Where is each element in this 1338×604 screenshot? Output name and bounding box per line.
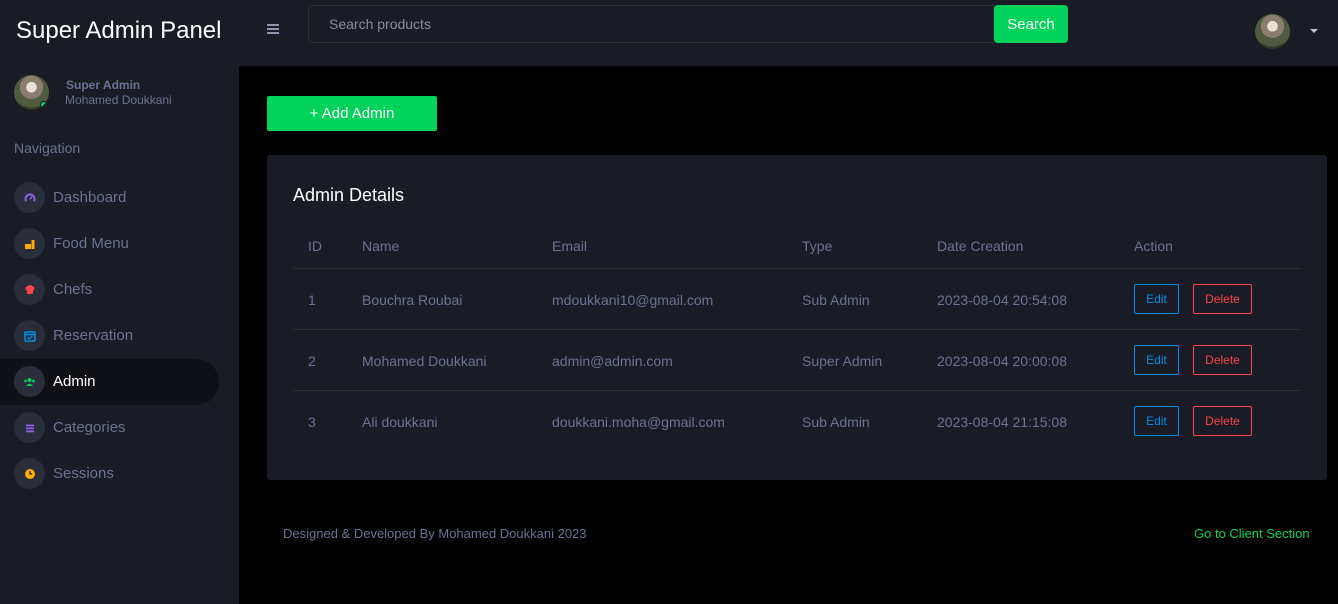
sidebar-item-dashboard[interactable]: Dashboard — [0, 175, 219, 221]
card-title: Admin Details — [293, 185, 405, 205]
cell-id: 1 — [308, 292, 316, 308]
delete-button[interactable]: Delete — [1193, 284, 1252, 314]
sidebar-item-sessions[interactable]: Sessions — [0, 451, 219, 497]
sidebar-item-label: Sessions — [53, 465, 114, 482]
edit-button[interactable]: Edit — [1134, 406, 1179, 436]
sidebar-item-reservation[interactable]: Reservation — [0, 313, 219, 359]
cell-name: Ali doukkani — [362, 414, 438, 430]
search-button[interactable]: Search — [994, 5, 1068, 43]
users-icon — [14, 366, 45, 397]
user-avatar[interactable] — [1255, 14, 1290, 49]
cell-type: Sub Admin — [802, 414, 870, 430]
column-header-name: Name — [362, 238, 400, 254]
add-admin-button[interactable]: + Add Admin — [267, 96, 437, 131]
column-header-action: Action — [1134, 238, 1173, 254]
cell-date: 2023-08-04 20:00:08 — [937, 353, 1067, 369]
column-header-type: Type — [802, 238, 833, 254]
search-input[interactable] — [308, 5, 994, 43]
cell-type: Super Admin — [802, 353, 883, 369]
chevron-down-icon[interactable] — [1310, 29, 1318, 33]
sidebar-item-admin[interactable]: Admin — [0, 359, 219, 405]
profile-role: Super Admin — [66, 78, 141, 92]
food-icon — [14, 228, 45, 259]
cell-date: 2023-08-04 21:15:08 — [937, 414, 1067, 430]
cell-email: doukkani.moha@gmail.com — [552, 414, 725, 430]
topbar: Search — [239, 0, 1338, 66]
client-section-link[interactable]: Go to Client Section — [1194, 526, 1310, 541]
table-row: 2 Mohamed Doukkani admin@admin.com Super Ad… — [293, 329, 1301, 390]
cell-id: 2 — [308, 353, 316, 369]
nav-title: Navigation — [14, 140, 81, 156]
cell-email: mdoukkani10@gmail.com — [552, 292, 714, 308]
sidebar-item-label: Food Menu — [53, 235, 129, 252]
table-row: 3 Ali doukkani doukkani.moha@gmail.com Sub … — [293, 390, 1301, 451]
chef-hat-icon — [14, 274, 45, 305]
delete-button[interactable]: Delete — [1193, 406, 1252, 436]
cell-date: 2023-08-04 20:54:08 — [937, 292, 1067, 308]
column-header-id: ID — [308, 238, 322, 254]
sidebar: Super Admin Panel Super Admin Mohamed Do… — [0, 0, 239, 604]
sidebar-item-label: Reservation — [53, 327, 134, 344]
sidebar-item-label: Admin — [53, 373, 96, 390]
edit-button[interactable]: Edit — [1134, 345, 1179, 375]
calendar-check-icon — [14, 320, 45, 351]
column-header-date: Date Creation — [937, 238, 1024, 254]
table-row: 1 Bouchra Roubai mdoukkani10@gmail.com Sub … — [293, 268, 1301, 329]
sidebar-item-chefs[interactable]: Chefs — [0, 267, 219, 313]
admin-details-card: Admin Details ID Name Email Type Date Cr… — [267, 155, 1327, 480]
footer-credit: Designed & Developed By Mohamed Doukkani… — [283, 526, 587, 541]
cell-id: 3 — [308, 414, 316, 430]
profile-avatar[interactable] — [14, 75, 49, 110]
profile-name: Mohamed Doukkani — [65, 93, 172, 107]
speedometer-icon — [14, 182, 45, 213]
sidebar-item-food-menu[interactable]: Food Menu — [0, 221, 219, 267]
menu-toggle-icon[interactable] — [267, 24, 279, 34]
cell-type: Sub Admin — [802, 292, 870, 308]
cell-email: admin@admin.com — [552, 353, 673, 369]
sidebar-item-label: Categories — [53, 419, 126, 436]
brand-title[interactable]: Super Admin Panel — [16, 17, 221, 45]
column-header-email: Email — [552, 238, 588, 254]
sidebar-item-categories[interactable]: Categories — [0, 405, 219, 451]
cell-name: Bouchra Roubai — [362, 292, 463, 308]
sidebar-item-label: Dashboard — [53, 189, 127, 206]
delete-button[interactable]: Delete — [1193, 345, 1252, 375]
clock-icon — [14, 458, 45, 489]
online-status-dot — [40, 101, 48, 109]
cell-name: Mohamed Doukkani — [362, 353, 487, 369]
list-icon — [14, 412, 45, 443]
edit-button[interactable]: Edit — [1134, 284, 1179, 314]
sidebar-item-label: Chefs — [53, 281, 93, 298]
